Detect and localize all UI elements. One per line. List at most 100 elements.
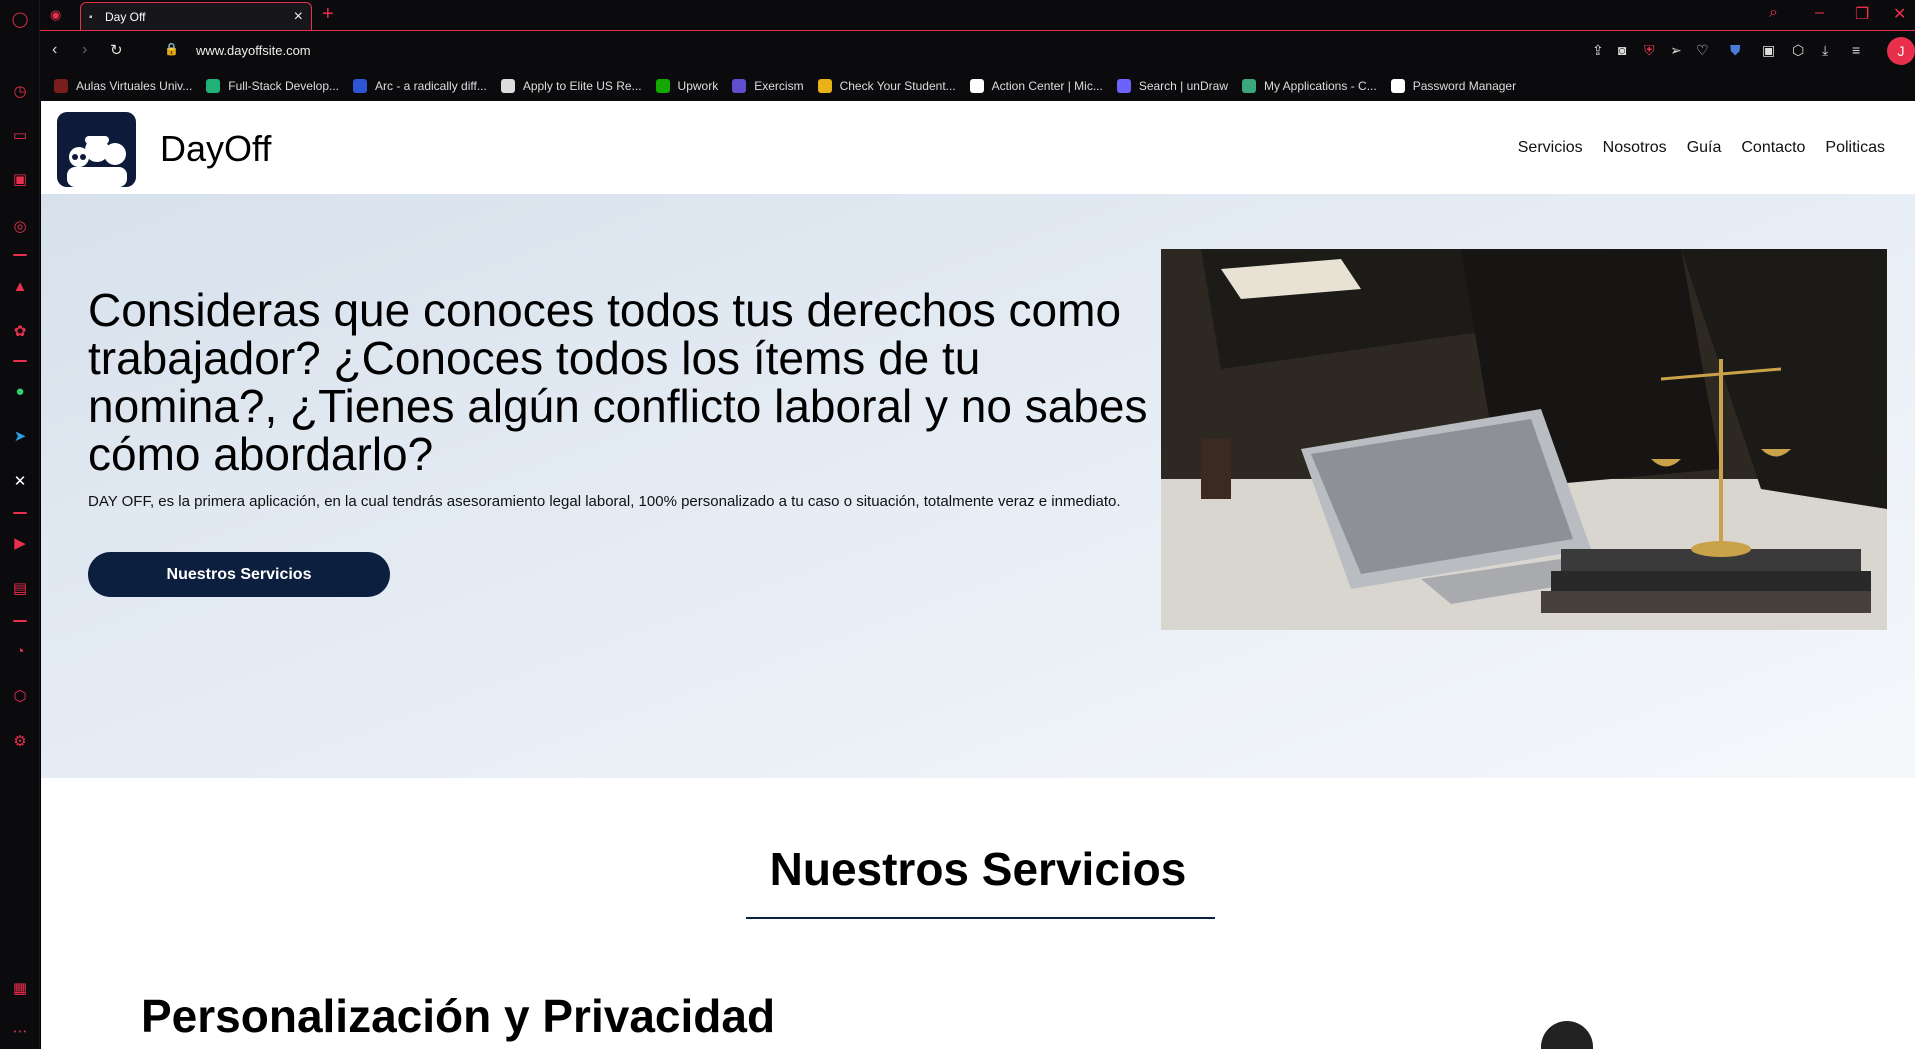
hero-image [1161, 249, 1887, 630]
services-button[interactable]: Nuestros Servicios [88, 552, 390, 597]
bookmark-label: Action Center | Mic... [991, 78, 1103, 93]
aria-icon[interactable]: ▲ [9, 275, 31, 297]
tab-day-off[interactable]: ▪ Day Off × [80, 2, 312, 30]
share-icon[interactable]: ⇪ [1592, 42, 1604, 59]
bookmark-favicon-icon [54, 78, 68, 93]
wallet-icon[interactable]: ▤ [9, 577, 31, 599]
illustration-head-image [1541, 1021, 1593, 1049]
more-options-icon[interactable]: ⋯ [9, 1020, 31, 1042]
speed-dial-icon[interactable]: ◷ [9, 80, 31, 102]
bookmark-label: Password Manager [1412, 78, 1517, 93]
bookmark-label: Aulas Virtuales Univ... [76, 78, 193, 93]
sidebar-separator [13, 254, 27, 256]
web-page: DayOff Servicios Nosotros Guía Contacto … [41, 101, 1915, 1049]
bookmark-label: Upwork [677, 78, 719, 93]
bookmark-item[interactable]: Apply to Elite US Re... [500, 78, 642, 93]
bookmark-favicon-icon [655, 78, 670, 93]
bookmark-label: Check Your Student... [839, 78, 956, 93]
telegram-icon[interactable]: ➤ [9, 425, 31, 447]
opera-logo-icon[interactable]: ◯ [9, 8, 31, 30]
menu-icon[interactable]: ≡ [1852, 42, 1860, 58]
back-icon[interactable]: ‹ [52, 41, 57, 59]
bookmark-item[interactable]: Search | unDraw [1116, 78, 1228, 93]
download-icon[interactable]: ⤓ [1822, 42, 1828, 59]
bookmark-item[interactable]: Full-Stack Develop... [206, 78, 339, 93]
cube-icon[interactable]: ⬡ [1792, 42, 1804, 59]
tab-strip: ◉ ▪ Day Off × + ⌕ – ❐ ✕ [40, 0, 1915, 30]
x-icon[interactable]: ✕ [9, 470, 31, 492]
bookmark-favicon-icon [1390, 78, 1405, 93]
nav-contacto[interactable]: Contacto [1741, 139, 1805, 157]
adblock-shield-icon[interactable]: ⛨ [1644, 42, 1655, 59]
bookmarks-bar: Aulas Virtuales Univ... Full-Stack Develo… [40, 70, 1915, 101]
forward-icon[interactable]: › [82, 41, 87, 59]
history-icon[interactable]: ◔ [9, 640, 31, 662]
lawyer-laptop-scales-image [1161, 249, 1887, 630]
camera-icon[interactable]: ◙ [1618, 42, 1626, 58]
settings-gear-icon[interactable]: ⚙ [9, 730, 31, 752]
bookmark-label: Exercism [754, 78, 804, 93]
sidebar-separator [13, 620, 27, 622]
brand-name[interactable]: DayOff [160, 128, 271, 170]
bookmark-favicon-icon [500, 78, 515, 93]
bookmark-favicon-icon [817, 78, 832, 93]
heart-icon[interactable]: ♡ [1696, 42, 1709, 59]
reload-icon[interactable]: ↻ [110, 41, 123, 59]
lock-icon[interactable]: 🔒 [164, 42, 179, 56]
profile-avatar[interactable]: J [1887, 37, 1915, 65]
nav-nosotros[interactable]: Nosotros [1603, 139, 1667, 157]
bookmark-item[interactable]: Exercism [732, 78, 804, 93]
bookmark-item[interactable]: My Applications - C... [1241, 78, 1377, 93]
restore-icon[interactable]: ❐ [1855, 4, 1869, 24]
bookmark-favicon-icon [206, 78, 221, 93]
gaming-icon[interactable]: ◉ [50, 7, 61, 23]
send-icon[interactable]: ➢ [1670, 42, 1682, 59]
bookmark-favicon-icon [353, 78, 367, 93]
snapshot-icon[interactable]: ▦ [9, 977, 31, 999]
chatgpt-icon[interactable]: ✿ [9, 320, 31, 342]
new-tab-icon[interactable]: + [322, 3, 334, 25]
bookmark-label: My Applications - C... [1263, 78, 1377, 93]
site-favicon-icon: ▪ [89, 11, 93, 23]
twitch-icon[interactable]: ▣ [9, 168, 31, 190]
url-field[interactable]: www.dayoffsite.com [196, 43, 311, 58]
bookmark-label: Search | unDraw [1138, 78, 1228, 93]
close-window-icon[interactable]: ✕ [1893, 4, 1906, 24]
extension-shield-icon[interactable]: ⛊ [1730, 42, 1741, 59]
bookmark-item[interactable]: Password Manager [1390, 78, 1517, 93]
bookmark-favicon-icon [732, 78, 747, 93]
instagram-icon[interactable]: ◎ [9, 215, 31, 237]
bookmark-favicon-icon [1241, 78, 1256, 93]
sidebar-separator [13, 512, 27, 514]
main-nav: Servicios Nosotros Guía Contacto Politic… [1518, 139, 1885, 157]
bookmark-item[interactable]: Upwork [655, 78, 719, 93]
nav-servicios[interactable]: Servicios [1518, 139, 1583, 157]
browser-sidebar: ◯ ◷ ▭ ▣ ◎ ▲ ✿ ● ➤ ✕ ▶ ▤ ◔ ⬡ ⚙ ▦ ⋯ [0, 0, 40, 1049]
search-icon[interactable]: ⌕ [1769, 4, 1778, 22]
address-bar: ‹ › ↻ 🔒 www.dayoffsite.com ⇪ ◙ ⛨ ➢ ♡ ⛊ ▣… [40, 30, 1915, 70]
extensions-icon[interactable]: ⬡ [9, 685, 31, 707]
player-icon[interactable]: ▶ [9, 532, 31, 554]
bookmark-item[interactable]: Action Center | Mic... [969, 78, 1103, 93]
site-logo[interactable] [57, 112, 136, 187]
title-underline [746, 917, 1215, 919]
extension-b-icon[interactable]: ▣ [1762, 42, 1775, 59]
hero-description: DAY OFF, es la primera aplicación, en la… [88, 493, 1121, 510]
hero-title: Consideras que conoces todos tus derecho… [88, 284, 1148, 480]
whatsapp-icon[interactable]: ● [9, 380, 31, 402]
bookmark-label: Arc - a radically diff... [375, 78, 487, 93]
bookmark-item[interactable]: Check Your Student... [817, 78, 956, 93]
tab-title: Day Off [105, 9, 146, 24]
nav-guia[interactable]: Guía [1687, 139, 1722, 157]
minimize-icon[interactable]: – [1815, 4, 1824, 22]
sidebar-separator [13, 360, 27, 362]
bookmark-item[interactable]: Arc - a radically diff... [353, 78, 487, 93]
bookmark-item[interactable]: Aulas Virtuales Univ... [54, 78, 193, 93]
close-tab-icon[interactable]: × [294, 8, 303, 26]
services-section-title: Nuestros Servicios [769, 843, 1187, 895]
hero-section: Consideras que conoces todos tus derecho… [41, 194, 1915, 778]
workspace-icon[interactable]: ▭ [9, 124, 31, 146]
bookmark-favicon-icon [1116, 78, 1131, 93]
workers-logo-icon [67, 136, 127, 187]
nav-politicas[interactable]: Politicas [1825, 139, 1885, 157]
